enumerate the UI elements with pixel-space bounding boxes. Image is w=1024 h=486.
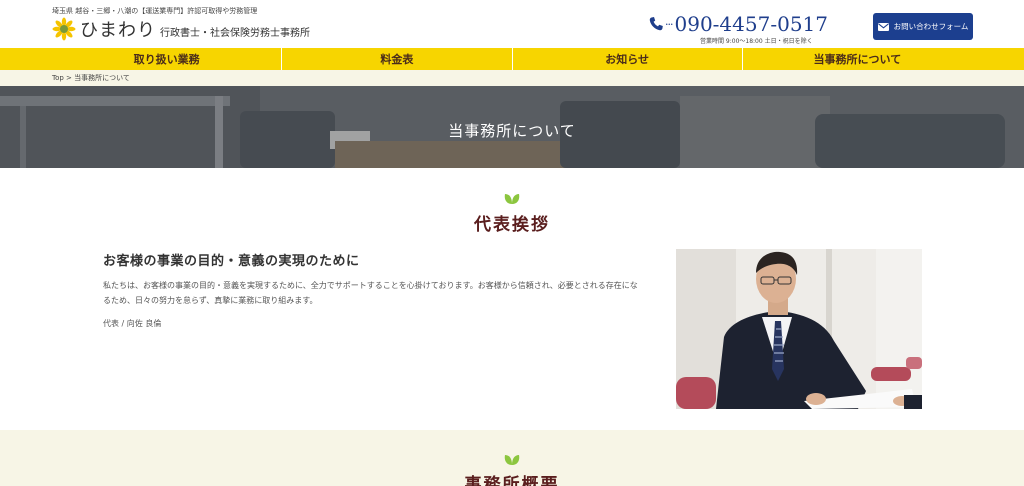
greeting-body: 私たちは、お客様の事業の目的・意義を実現するために、全力でサポートすることを心掛… [103, 281, 638, 305]
phone-dots: ··· [665, 17, 673, 31]
sunflower-icon [52, 17, 76, 41]
site-tagline: 埼玉県 越谷・三郷・八潮の【運送業専門】許認可取得や労務管理 [52, 7, 258, 15]
contact-form-label: お問い合わせフォーム [893, 22, 969, 31]
nav-item-about[interactable]: 当事務所について [741, 48, 972, 70]
phone-number-text[interactable]: 090-4457-0517 [675, 12, 829, 36]
mail-icon [877, 22, 889, 31]
leaf-icon [503, 190, 521, 204]
phone-number[interactable]: ··· 090-4457-0517 [648, 12, 828, 36]
representative-signature: 代表 / 向佐 良倫 [103, 319, 162, 328]
leaf-icon [503, 451, 521, 465]
greeting-heading: お客様の事業の目的・意義の実現のために [103, 254, 360, 269]
nav-item-services[interactable]: 取り扱い業務 [52, 48, 281, 70]
nav-item-pricing[interactable]: 料金表 [281, 48, 511, 70]
business-hours: 営業時間 9:00～18:00 土日・祝日を除く [700, 38, 813, 45]
representative-photo [676, 249, 922, 409]
site-logo[interactable]: ひまわり 行政書士・社会保険労務士事務所 [52, 16, 310, 42]
overview-section: 事務所概要 [0, 430, 1024, 486]
phone-icon [648, 16, 664, 32]
logo-subtitle: 行政書士・社会保険労務士事務所 [160, 28, 310, 39]
logo-name: ひまわり [80, 20, 156, 41]
contact-form-button[interactable]: お問い合わせフォーム [873, 13, 973, 40]
site-header: 埼玉県 越谷・三郷・八潮の【運送業専門】許認可取得や労務管理 ひまわり 行政書士… [0, 0, 1024, 48]
nav-item-news[interactable]: お知らせ [511, 48, 742, 70]
global-nav: 取り扱い業務 料金表 お知らせ 当事務所について [0, 48, 1024, 70]
breadcrumb: Top > 当事務所について [0, 70, 1024, 86]
breadcrumb-text[interactable]: Top > 当事務所について [52, 73, 130, 83]
overview-section-title: 事務所概要 [464, 475, 560, 486]
page-title: 当事務所について [448, 122, 576, 140]
page-hero: 当事務所について [0, 86, 1024, 168]
greeting-section-title: 代表挨拶 [474, 215, 550, 235]
